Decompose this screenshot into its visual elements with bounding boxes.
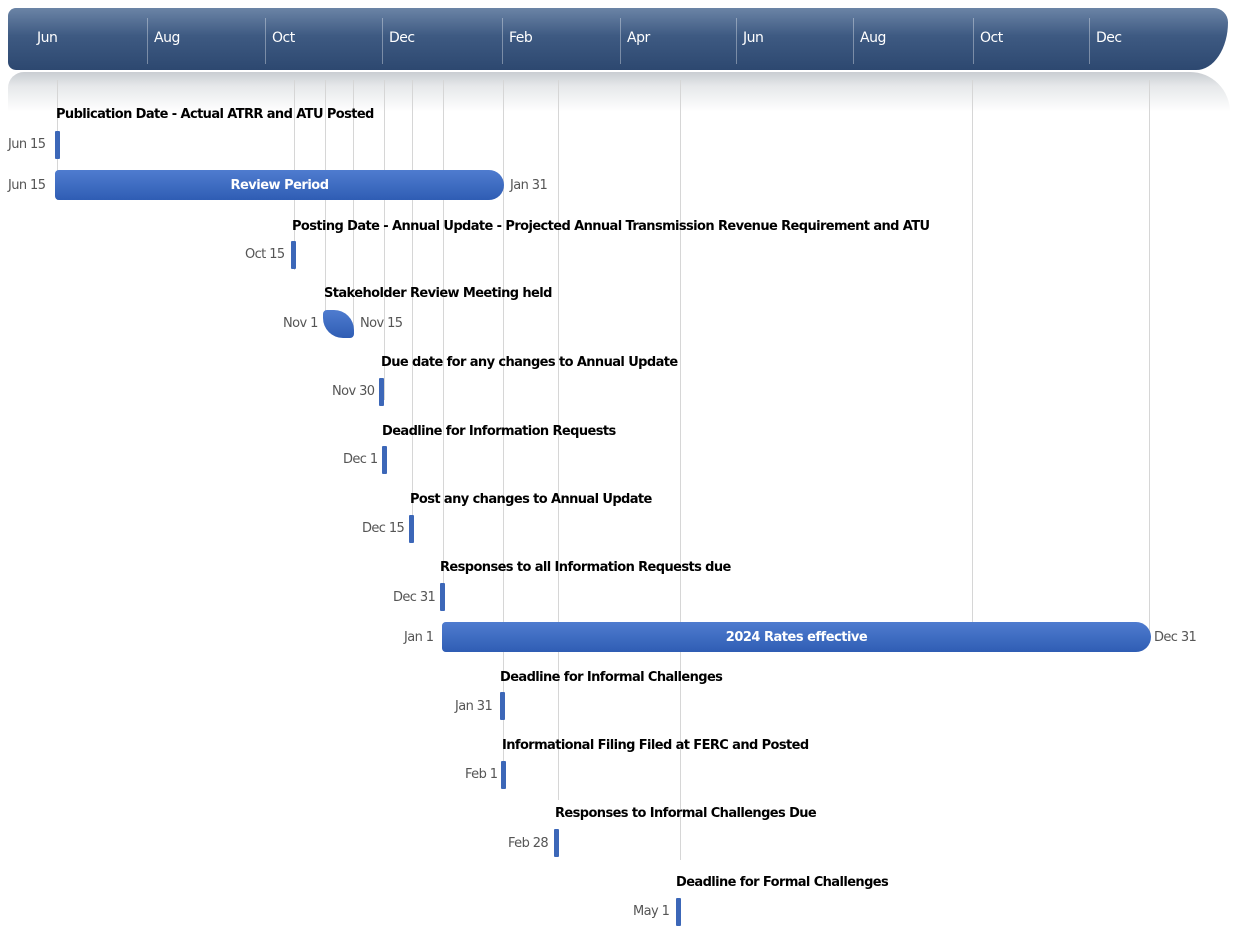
task-start-date: May 1 (633, 904, 670, 919)
month-label: Feb (509, 30, 533, 46)
month-divider (736, 18, 737, 64)
task-start-date: Feb 28 (508, 836, 549, 851)
gridline (558, 80, 559, 800)
task-title: Deadline for Formal Challenges (676, 875, 889, 890)
task-title: Responses to all Information Requests du… (440, 560, 731, 575)
header-shadow (8, 72, 1230, 112)
task-bar-review-period: Review Period (55, 170, 504, 200)
month-divider (853, 18, 854, 64)
milestone-marker (382, 446, 387, 474)
month-label: Oct (980, 30, 1003, 46)
milestone-marker (440, 583, 445, 611)
task-title: Informational Filing Filed at FERC and P… (502, 738, 809, 753)
month-divider (382, 18, 383, 64)
gridline (412, 80, 413, 530)
task-title: Deadline for Information Requests (382, 424, 616, 439)
milestone-marker (291, 241, 296, 269)
task-start-date: Dec 1 (343, 452, 378, 467)
task-bar-label: Review Period (230, 177, 329, 193)
task-start-date: Feb 1 (465, 767, 498, 782)
month-label: Dec (1096, 30, 1122, 46)
milestone-marker (554, 829, 559, 857)
task-end-date: Nov 15 (360, 316, 403, 331)
gridline (384, 80, 385, 400)
task-bar-label: 2024 Rates effective (725, 629, 868, 645)
milestone-marker (501, 761, 506, 789)
month-label: Aug (154, 30, 180, 46)
task-start-date: Jan 31 (455, 699, 493, 714)
month-divider (973, 18, 974, 64)
milestone-marker (409, 515, 414, 543)
milestone-marker (676, 898, 681, 926)
task-start-date: Jun 15 (8, 178, 46, 193)
task-start-date: Nov 30 (332, 384, 375, 399)
gridline (972, 80, 973, 640)
milestone-marker (55, 131, 60, 159)
month-label: Oct (272, 30, 295, 46)
timescale-header (8, 8, 1228, 70)
task-bar-stakeholder-meeting (323, 310, 354, 338)
task-title: Post any changes to Annual Update (410, 492, 652, 507)
month-divider (502, 18, 503, 64)
month-divider (1089, 18, 1090, 64)
month-label: Apr (627, 30, 650, 46)
task-end-date: Jan 31 (510, 178, 548, 193)
task-start-date: Dec 15 (362, 521, 405, 536)
milestone-marker (379, 378, 384, 406)
task-end-date: Dec 31 (1154, 630, 1197, 645)
task-title: Deadline for Informal Challenges (500, 670, 723, 685)
task-start-date: Jun 15 (8, 137, 46, 152)
month-divider (620, 18, 621, 64)
task-title: Posting Date - Annual Update - Projected… (292, 219, 930, 234)
task-title: Publication Date - Actual ATRR and ATU P… (56, 107, 374, 122)
gridline (443, 80, 444, 600)
task-start-date: Nov 1 (283, 316, 318, 331)
gridline (1149, 80, 1150, 640)
task-title: Stakeholder Review Meeting held (324, 286, 552, 301)
task-bar-rates-effective: 2024 Rates effective (442, 622, 1151, 652)
month-label: Jun (37, 30, 58, 46)
month-label: Jun (743, 30, 764, 46)
month-label: Aug (860, 30, 886, 46)
task-title: Due date for any changes to Annual Updat… (381, 355, 678, 370)
milestone-marker (500, 692, 505, 720)
timeline-chart: Jun Aug Oct Dec Feb Apr Jun Aug Oct Dec … (0, 0, 1237, 929)
task-start-date: Oct 15 (245, 247, 285, 262)
task-start-date: Dec 31 (393, 590, 436, 605)
month-divider (265, 18, 266, 64)
month-label: Dec (389, 30, 415, 46)
month-divider (147, 18, 148, 64)
task-start-date: Jan 1 (404, 630, 434, 645)
task-title: Responses to Informal Challenges Due (555, 806, 817, 821)
